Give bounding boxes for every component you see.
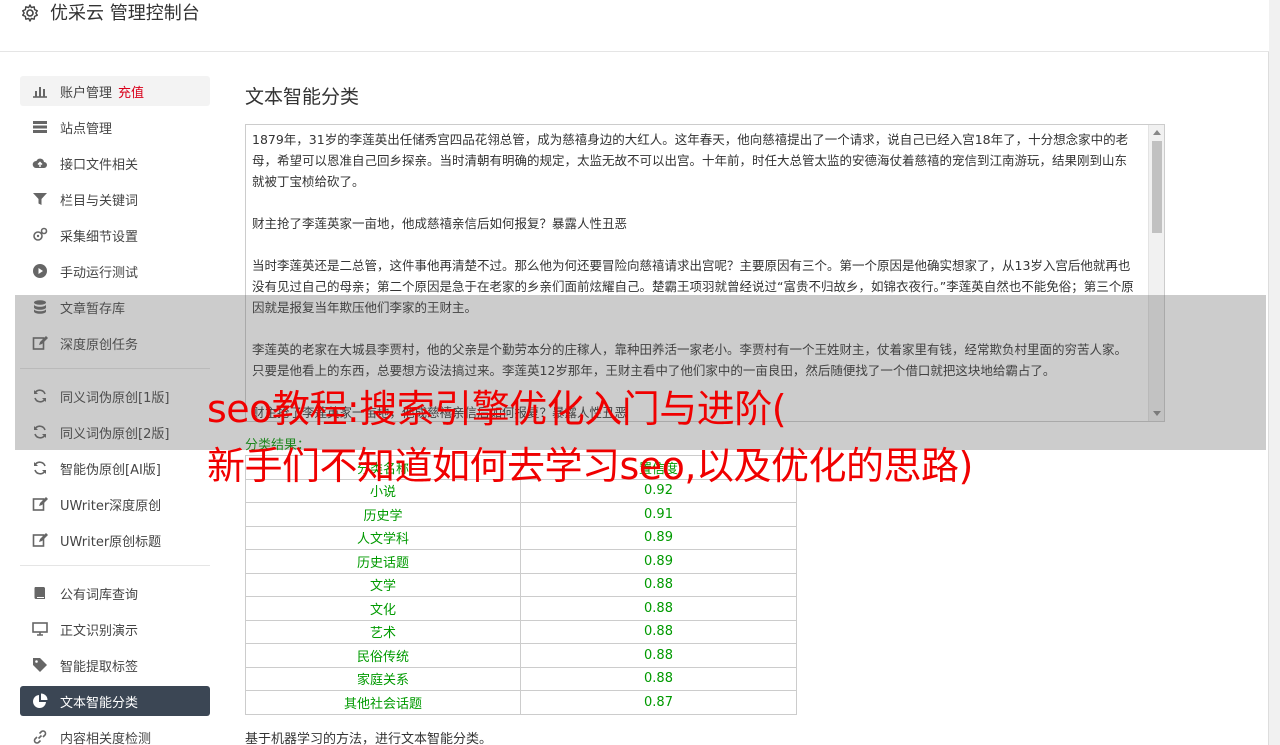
edit-icon: [32, 496, 48, 512]
sidebar-item-sites[interactable]: 站点管理: [20, 112, 210, 142]
sidebar-item-manual-run[interactable]: 手动运行测试: [20, 256, 210, 286]
category-cell: 文学: [245, 572, 521, 597]
sidebar-item-label: UWriter原创标题: [60, 534, 162, 550]
edit-icon: [32, 532, 48, 548]
table-row: 艺术 0.88: [245, 619, 797, 644]
sidebar-item-tag-extract[interactable]: 智能提取标签: [20, 650, 210, 680]
pie-chart-icon: [32, 693, 48, 709]
confidence-cell: 0.88: [520, 643, 797, 668]
gears-icon: [32, 227, 48, 243]
sidebar-item-label: 内容相关度检测: [60, 731, 152, 745]
sidebar-item-public-lexicon[interactable]: 公有词库查询: [20, 578, 210, 608]
sidebar-item-label: 采集细节设置: [60, 229, 139, 245]
link-icon: [32, 729, 48, 745]
cloud-upload-icon: [32, 155, 48, 171]
sidebar-item-text-classify[interactable]: 文本智能分类: [20, 686, 210, 716]
confidence-cell: 0.89: [520, 525, 797, 550]
table-row: 文学 0.88: [245, 572, 797, 597]
category-cell: 其他社会话题: [245, 690, 521, 715]
category-cell: 民俗传统: [245, 643, 521, 668]
confidence-cell: 0.91: [520, 502, 797, 527]
book-icon: [32, 585, 48, 601]
category-cell: 人文学科: [245, 525, 521, 550]
sidebar-item-label: 接口文件相关: [60, 157, 139, 173]
results-table: 分类名称 置信度 小说 0.92 历史学 0.91 人文学科 0.89 历史话题 0.89 文学…: [245, 455, 797, 715]
sidebar-item-label: 栏目与关键词: [60, 193, 139, 209]
sidebar-item-label: UWriter深度原创: [60, 498, 162, 514]
sidebar-item-text-recognition[interactable]: 正文识别演示: [20, 614, 210, 644]
scroll-up-arrow-icon[interactable]: [1153, 130, 1161, 135]
sidebar-item-label: 站点管理: [60, 121, 113, 137]
table-row: 其他社会话题 0.87: [245, 690, 797, 715]
sidebar-item-columns-keywords[interactable]: 栏目与关键词: [20, 184, 210, 214]
sidebar-item-api-files[interactable]: 接口文件相关: [20, 148, 210, 178]
sidebar-item-relevance[interactable]: 内容相关度检测: [20, 722, 210, 745]
table-row: 家庭关系 0.88: [245, 666, 797, 691]
confidence-cell: 0.88: [520, 572, 797, 597]
confidence-cell: 0.88: [520, 596, 797, 621]
bar-chart-icon: [32, 83, 48, 99]
table-row: 历史学 0.91: [245, 502, 797, 527]
sidebar-item-label: 账户管理: [60, 85, 113, 101]
confidence-cell: 0.89: [520, 549, 797, 574]
category-cell: 艺术: [245, 619, 521, 644]
sidebar-item-label: 公有词库查询: [60, 587, 139, 603]
top-header: 优采云 管理控制台: [0, 0, 1269, 52]
sidebar-item-uwriter-deep[interactable]: UWriter深度原创: [20, 489, 210, 519]
sidebar-item-uwriter-title[interactable]: UWriter原创标题: [20, 525, 210, 555]
category-cell: 家庭关系: [245, 666, 521, 691]
sidebar-divider: [20, 565, 210, 566]
page-title: 文本智能分类: [245, 86, 360, 108]
table-row: 文化 0.88: [245, 596, 797, 621]
sidebar-item-ai-rewrite[interactable]: 智能伪原创[AI版]: [20, 453, 210, 483]
sidebar-item-label: 智能伪原创[AI版]: [60, 462, 161, 478]
tag-icon: [32, 657, 48, 673]
sidebar-item-label: 手动运行测试: [60, 265, 139, 281]
sidebar-item-collect-settings[interactable]: 采集细节设置: [20, 220, 210, 250]
server-icon: [32, 119, 48, 135]
table-row: 历史话题 0.89: [245, 549, 797, 574]
sidebar-item-label: 正文识别演示: [60, 623, 139, 639]
scrollbar-thumb[interactable]: [1152, 141, 1162, 233]
sidebar-item-account[interactable]: 账户管理 充值: [20, 76, 210, 106]
play-circle-icon: [32, 263, 48, 279]
table-row: 人文学科 0.89: [245, 525, 797, 550]
confidence-cell: 0.88: [520, 619, 797, 644]
watermark-line-1: seo教程:搜索引擎优化入门与进阶(: [207, 387, 787, 431]
confidence-cell: 0.87: [520, 690, 797, 715]
text-paragraph: 财主抢了李莲英家一亩地，他成慈禧亲信后如何报复？暴露人性丑恶: [252, 216, 628, 231]
category-cell: 文化: [245, 596, 521, 621]
recharge-link[interactable]: 充值: [118, 82, 144, 101]
text-paragraph: 1879年，31岁的李莲英出任储秀宫四品花翎总管，成为慈禧身边的大红人。这年春天…: [252, 132, 1129, 189]
sidebar-item-label: 文本智能分类: [60, 695, 139, 711]
filter-icon: [32, 191, 48, 207]
monitor-icon: [32, 621, 48, 637]
table-row: 民俗传统 0.88: [245, 643, 797, 668]
watermark-line-2: 新手们不知道如何去学习seo,以及优化的思路): [207, 444, 973, 488]
sidebar-item-label: 智能提取标签: [60, 659, 139, 675]
confidence-cell: 0.88: [520, 666, 797, 691]
category-cell: 历史话题: [245, 549, 521, 574]
gear-icon: [20, 3, 40, 23]
main-content: 文本智能分类 1879年，31岁的李莲英出任储秀宫四品花翎总管，成为慈禧身边的大…: [245, 86, 1165, 745]
app-title: 优采云 管理控制台: [50, 3, 200, 24]
footer-note: 基于机器学习的方法，进行文本智能分类。: [245, 732, 493, 745]
refresh-icon: [32, 460, 48, 476]
category-cell: 历史学: [245, 502, 521, 527]
